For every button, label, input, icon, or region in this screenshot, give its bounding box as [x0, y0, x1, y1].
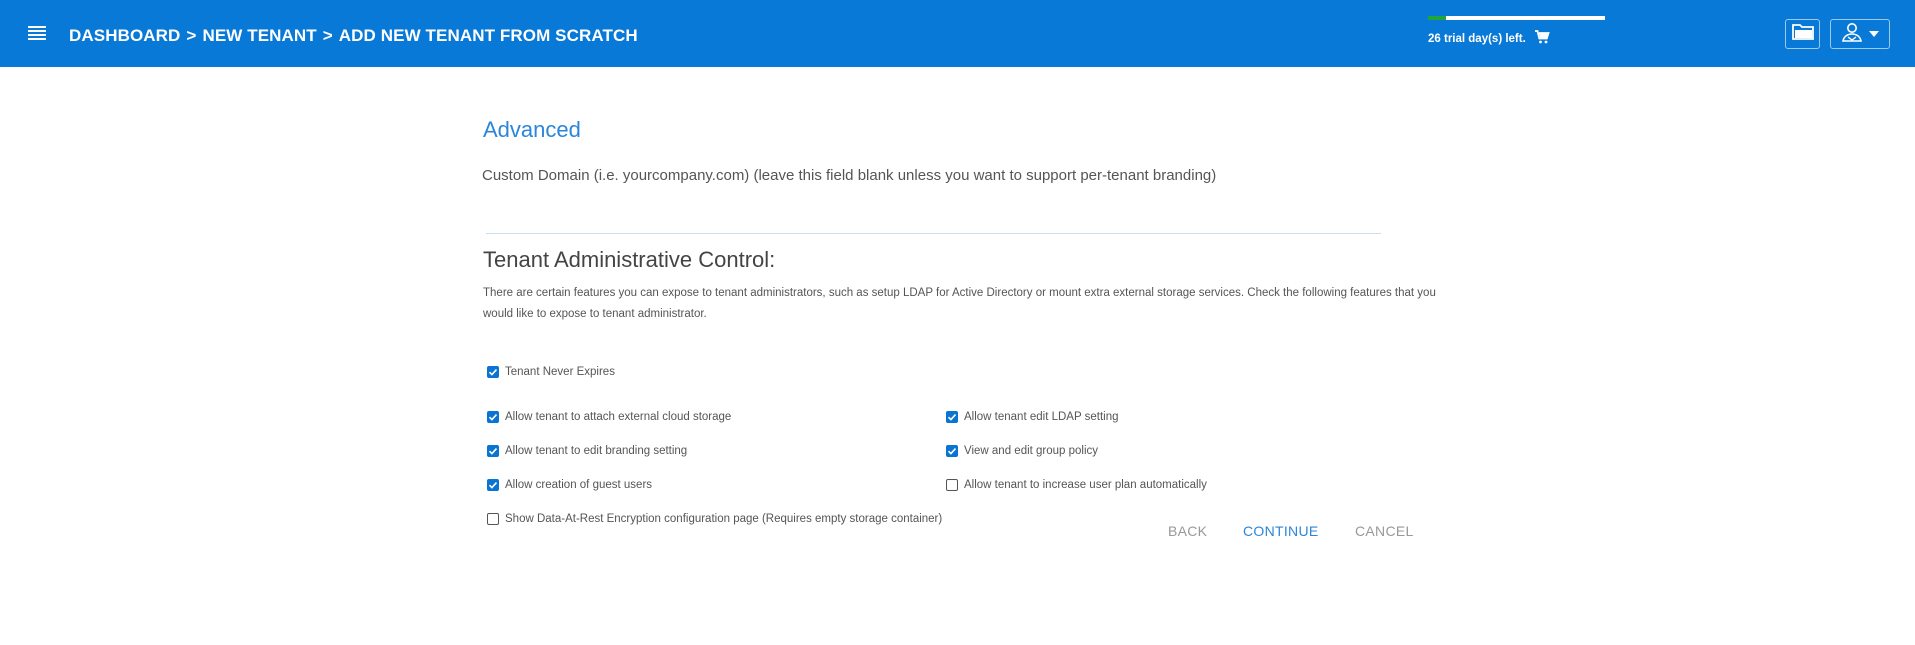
trial-text-row: 26 trial day(s) left. — [1428, 30, 1606, 47]
trial-status: 26 trial day(s) left. — [1428, 16, 1606, 47]
checkbox-label: View and edit group policy — [964, 445, 1099, 457]
checkbox-edit-ldap[interactable]: Allow tenant edit LDAP setting — [946, 411, 1119, 423]
checkbox-guest-users[interactable]: Allow creation of guest users — [487, 479, 652, 491]
breadcrumb: DASHBOARD > NEW TENANT > ADD NEW TENANT FROM… — [69, 26, 638, 46]
breadcrumb-dashboard[interactable]: DASHBOARD — [69, 26, 180, 45]
tenant-control-description: There are certain features you can expos… — [483, 287, 1436, 320]
breadcrumb-separator: > — [186, 26, 197, 45]
checkbox-icon[interactable] — [487, 411, 499, 423]
tenant-control-heading: Tenant Administrative Control: — [483, 247, 776, 272]
checkbox-icon[interactable] — [487, 513, 499, 525]
back-button[interactable]: BACK — [1168, 523, 1207, 539]
custom-domain-field-underline[interactable] — [486, 233, 1381, 234]
checkbox-tenant-never-expires[interactable]: Tenant Never Expires — [487, 366, 615, 378]
checkbox-icon[interactable] — [487, 479, 499, 491]
top-bar: DASHBOARD > NEW TENANT > ADD NEW TENANT FROM… — [0, 0, 1915, 67]
checkbox-group-policy[interactable]: View and edit group policy — [946, 445, 1098, 457]
checkbox-edit-branding[interactable]: Allow tenant to edit branding setting — [487, 445, 687, 457]
checkbox-label: Allow tenant to attach external cloud st… — [505, 411, 732, 423]
checkbox-attach-external-storage[interactable]: Allow tenant to attach external cloud st… — [487, 411, 731, 423]
checkbox-icon[interactable] — [946, 411, 958, 423]
checkbox-icon[interactable] — [487, 445, 499, 457]
folder-icon — [1791, 23, 1814, 45]
checkbox-data-at-rest-encryption[interactable]: Show Data-At-Rest Encryption configurati… — [487, 513, 942, 525]
menu-icon[interactable] — [28, 26, 46, 42]
checkbox-label: Allow tenant edit LDAP setting — [964, 411, 1119, 423]
checkbox-label: Allow tenant to edit branding setting — [505, 445, 688, 457]
checkbox-increase-user-plan[interactable]: Allow tenant to increase user plan autom… — [946, 479, 1207, 491]
trial-progress-fill — [1428, 16, 1446, 20]
user-menu-button[interactable] — [1830, 19, 1890, 49]
breadcrumb-separator: > — [322, 26, 333, 45]
advanced-heading: Advanced — [483, 117, 581, 142]
caret-down-icon — [1869, 31, 1879, 37]
custom-domain-label: Custom Domain (i.e. yourcompany.com) (le… — [482, 167, 1217, 184]
breadcrumb-new-tenant[interactable]: NEW TENANT — [202, 26, 316, 45]
user-icon — [1841, 22, 1863, 47]
trial-progress-bar — [1428, 16, 1605, 20]
checkbox-icon[interactable] — [487, 366, 499, 378]
checkbox-label: Tenant Never Expires — [505, 366, 615, 378]
trial-days-text: 26 trial day(s) left. — [1428, 32, 1526, 45]
checkbox-icon[interactable] — [946, 479, 958, 491]
checkbox-label: Allow creation of guest users — [505, 479, 653, 491]
cancel-button[interactable]: CANCEL — [1355, 523, 1414, 539]
folder-button[interactable] — [1785, 19, 1820, 49]
continue-button[interactable]: CONTINUE — [1243, 523, 1319, 539]
checkbox-icon[interactable] — [946, 445, 958, 457]
checkbox-label: Show Data-At-Rest Encryption configurati… — [505, 513, 943, 525]
cart-icon[interactable] — [1534, 30, 1550, 47]
checkbox-label: Allow tenant to increase user plan autom… — [964, 479, 1207, 491]
breadcrumb-current: ADD NEW TENANT FROM SCRATCH — [338, 26, 638, 45]
